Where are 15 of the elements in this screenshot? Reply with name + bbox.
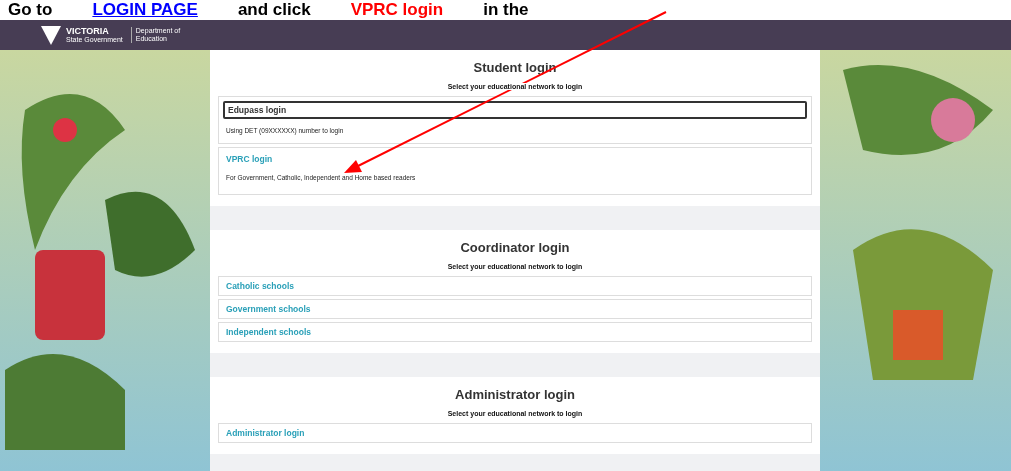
login-option[interactable]: Catholic schools: [218, 276, 812, 296]
instruction-text: in the: [483, 0, 529, 20]
login-option[interactable]: Administrator login: [218, 423, 812, 443]
highlighted-text: VPRC login: [350, 0, 444, 20]
login-option[interactable]: Independent schools: [218, 322, 812, 342]
logo-text: VICTORIA: [66, 27, 110, 36]
section-title: Administrator login: [454, 387, 576, 402]
section-title: Coordinator login: [459, 240, 571, 255]
option-title[interactable]: Edupass login: [223, 101, 807, 119]
instruction-text: and click: [237, 0, 311, 20]
login-option[interactable]: Government schools: [218, 299, 812, 319]
triangle-logo-icon: [40, 24, 62, 46]
login-page-link[interactable]: LOGIN PAGE: [92, 0, 198, 20]
option-title[interactable]: VPRC login: [223, 152, 807, 166]
instruction-text: Go to: [8, 0, 53, 20]
